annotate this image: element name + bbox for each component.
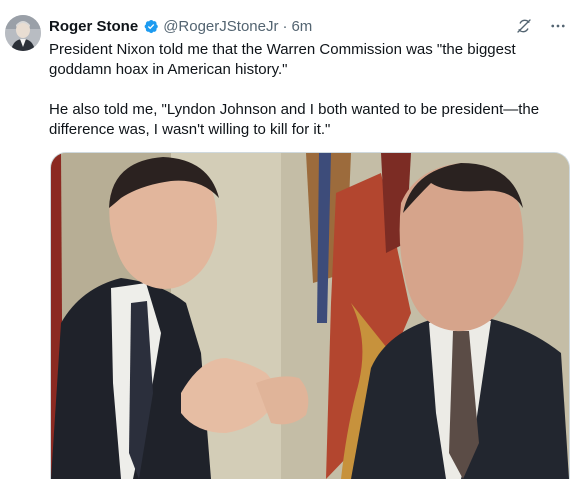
tweet-text: President Nixon told me that the Warren … <box>49 41 540 138</box>
author-handle[interactable]: @RogerJStoneJr <box>163 18 278 35</box>
timestamp[interactable]: 6m <box>291 18 312 35</box>
avatar-image <box>5 15 41 51</box>
separator-dot: · <box>282 17 288 35</box>
header-actions <box>514 16 568 36</box>
tweet-photo[interactable] <box>50 152 570 479</box>
grok-icon[interactable] <box>514 16 534 36</box>
photo-image <box>51 153 569 479</box>
tweet[interactable]: Roger Stone @RogerJStoneJr · 6m Presiden… <box>0 0 580 479</box>
author-name[interactable]: Roger Stone <box>49 18 138 35</box>
more-icon[interactable] <box>548 16 568 36</box>
verified-badge-icon <box>142 18 159 35</box>
avatar[interactable] <box>5 15 41 51</box>
tweet-header: Roger Stone @RogerJStoneJr · 6m <box>49 15 568 37</box>
